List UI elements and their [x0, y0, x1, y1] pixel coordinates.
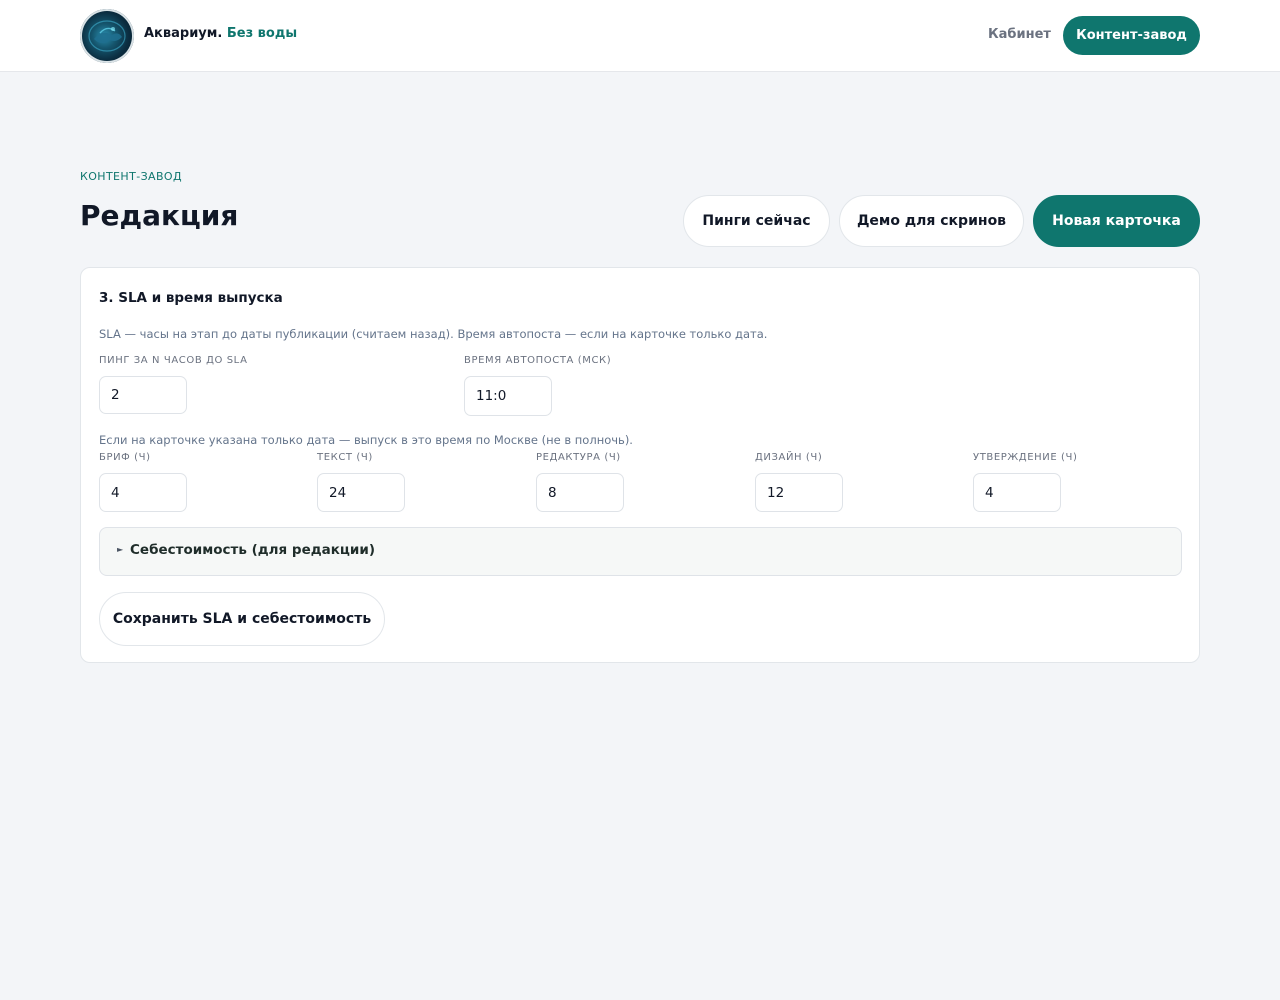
autopost-time-input[interactable]: 11:0 [464, 376, 552, 416]
nav-button-content-factory[interactable]: Контент-завод [1063, 16, 1200, 55]
cost-details-toggle[interactable]: ► Себестоимость (для редакции) [99, 527, 1182, 576]
nav-link-cabinet[interactable]: Кабинет [988, 27, 1051, 42]
brand-title: Аквариум. [144, 26, 223, 41]
breadcrumb: КОНТЕНТ-ЗАВОД [80, 170, 182, 183]
stage-label-editing: РЕДАКТУРА (Ч) [536, 452, 621, 463]
stage-label-design: ДИЗАЙН (Ч) [755, 452, 823, 463]
triangle-right-icon: ► [117, 545, 124, 554]
top-bar: Аквариум. Без воды Кабинет Контент-завод [0, 0, 1280, 72]
pings-now-button[interactable]: Пинги сейчас [683, 195, 830, 247]
date-hint: Если на карточке указана только дата — в… [99, 433, 633, 447]
sla-description: SLA — часы на этап до даты публикации (с… [99, 327, 768, 341]
sla-card: 3. SLA и время выпуска SLA — часы на эта… [80, 267, 1200, 663]
demo-button[interactable]: Демо для скринов [839, 195, 1024, 247]
stage-text-input[interactable]: 24 [317, 473, 405, 512]
section-title: 3. SLA и время выпуска [99, 290, 283, 306]
stage-brief-input[interactable]: 4 [99, 473, 187, 512]
page-title: Редакция [80, 199, 239, 232]
stage-approval-input[interactable]: 4 [973, 473, 1061, 512]
stage-label-approval: УТВЕРЖДЕНИЕ (Ч) [973, 452, 1078, 463]
stage-label-brief: БРИФ (Ч) [99, 452, 151, 463]
cost-details-summary: Себестоимость (для редакции) [130, 542, 375, 558]
stage-design-input[interactable]: 12 [755, 473, 843, 512]
autopost-label: ВРЕМЯ АВТОПОСТА (МСК) [464, 355, 612, 366]
ping-hours-input[interactable]: 2 [99, 376, 187, 414]
brand-name[interactable]: Аквариум. Без воды [144, 26, 297, 41]
aquarium-logo-icon[interactable] [80, 9, 134, 63]
brand-tagline: Без воды [226, 26, 298, 41]
new-card-button[interactable]: Новая карточка [1033, 195, 1200, 247]
stage-label-text: ТЕКСТ (Ч) [317, 452, 373, 463]
stage-editing-input[interactable]: 8 [536, 473, 624, 512]
ping-label: ПИНГ ЗА N ЧАСОВ ДО SLA [99, 355, 248, 366]
save-sla-button[interactable]: Сохранить SLA и себестоимость [99, 592, 385, 646]
